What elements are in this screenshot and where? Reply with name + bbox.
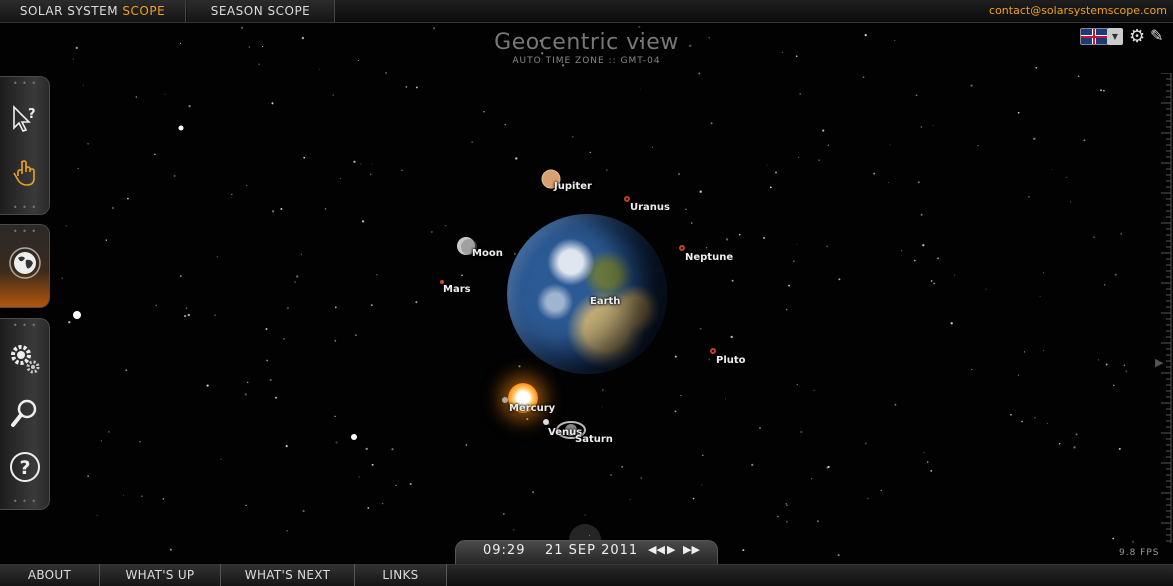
date-display[interactable]: 21 SEP 2011 (545, 543, 638, 558)
nav-about[interactable]: ABOUT (0, 564, 100, 586)
mars-label[interactable]: Mars (443, 284, 471, 295)
jupiter-label[interactable]: Jupiter (554, 181, 592, 192)
bodies-layer (440, 169, 601, 556)
venus-body[interactable] (543, 419, 549, 425)
fps-counter: 9.8 FPS (1119, 548, 1160, 558)
neptune-label[interactable]: Neptune (685, 252, 733, 263)
rewind-icon[interactable]: ◀◀ (648, 543, 665, 556)
nav-whats-up[interactable]: WHAT'S UP (100, 564, 221, 586)
mercury-body[interactable] (502, 397, 508, 403)
nav-links[interactable]: LINKS (355, 564, 447, 586)
play-icon[interactable]: ▶ (667, 543, 675, 556)
earth-label[interactable]: Earth (590, 296, 620, 307)
pluto-label[interactable]: Pluto (716, 355, 746, 366)
nav-whats-next[interactable]: WHAT'S NEXT (221, 564, 355, 586)
saturn-label[interactable]: Saturn (575, 434, 613, 445)
time-display[interactable]: 09:29 (483, 543, 525, 558)
neptune-marker[interactable] (679, 245, 685, 251)
pluto-marker[interactable] (710, 348, 716, 354)
uranus-label[interactable]: Uranus (630, 202, 670, 213)
fast-forward-icon[interactable]: ▶▶ (683, 543, 700, 556)
space-viewport[interactable]: SOLAR SYSTEM SCOPE SEASON SCOPE contact@… (0, 0, 1173, 586)
mercury-label[interactable]: Mercury (509, 403, 555, 414)
moon-label[interactable]: Moon (472, 248, 503, 259)
